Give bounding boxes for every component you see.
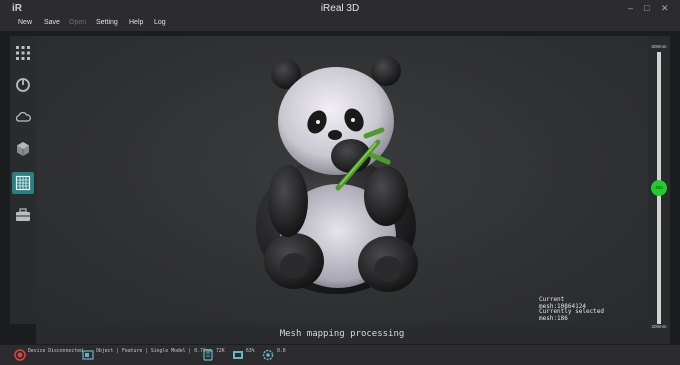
selected-mesh-count: Currently selected mesh:186 xyxy=(539,308,605,322)
sidebar-item-model[interactable] xyxy=(12,138,34,160)
cube-icon xyxy=(17,142,29,156)
sidebar-item-scan-grid[interactable] xyxy=(12,42,34,64)
processing-status-text: Mesh mapping processing xyxy=(279,329,405,339)
minimize-button[interactable]: – xyxy=(628,3,633,13)
grid-dots-icon xyxy=(16,46,30,60)
point-count-icon xyxy=(203,349,213,361)
maximize-button[interactable]: □ xyxy=(644,3,649,13)
sidebar-item-power[interactable] xyxy=(12,74,34,96)
device-status-text: Device Disconnected xyxy=(28,349,83,354)
scan-mode-text: Object | Feature | Single Model | 0.70mm xyxy=(96,349,212,354)
panda-model xyxy=(256,56,418,294)
object-mode-icon xyxy=(82,350,94,360)
toolbox-icon xyxy=(16,208,30,221)
slider-max-label: 600mm xyxy=(651,44,667,49)
sidebar-item-cloud[interactable] xyxy=(12,106,34,128)
3d-viewport[interactable]: Current mesh:10864124 Currently selected… xyxy=(36,36,648,324)
menu-bar: New Save Open Setting Help Log xyxy=(0,18,680,31)
title-bar: iR iReal 3D – □ ✕ xyxy=(0,0,680,18)
disconnected-status-icon xyxy=(14,349,26,361)
cloud-icon xyxy=(15,112,31,122)
slider-min-label: 200mm xyxy=(651,324,667,329)
menu-save[interactable]: Save xyxy=(44,19,60,26)
depth-slider-handle[interactable]: 400 xyxy=(651,180,667,196)
bottom-status-bar: Device Disconnected Object | Feature | S… xyxy=(0,345,680,365)
menu-log[interactable]: Log xyxy=(154,19,166,26)
menu-setting[interactable]: Setting xyxy=(96,19,118,26)
sidebar-item-tools[interactable] xyxy=(12,204,34,226)
frame-rate-icon xyxy=(233,351,243,359)
menu-new[interactable]: New xyxy=(18,19,32,26)
window-title: iReal 3D xyxy=(320,3,360,14)
frame-rate-text: 63% xyxy=(246,349,255,354)
close-button[interactable]: ✕ xyxy=(661,3,669,14)
sidebar xyxy=(10,36,36,324)
mesh-grid-icon xyxy=(15,175,31,191)
power-cycle-icon xyxy=(16,78,30,92)
settings-gear-icon[interactable] xyxy=(262,349,274,361)
menu-open[interactable]: Open xyxy=(69,19,86,26)
depth-slider-panel: 600mm 400 200mm xyxy=(648,36,670,344)
version-text: 0.0 xyxy=(277,349,286,354)
sidebar-item-mesh[interactable] xyxy=(12,172,34,194)
menu-help[interactable]: Help xyxy=(129,19,143,26)
processing-status-bar: Mesh mapping processing xyxy=(36,324,648,344)
point-count-text: 72K xyxy=(216,349,225,354)
